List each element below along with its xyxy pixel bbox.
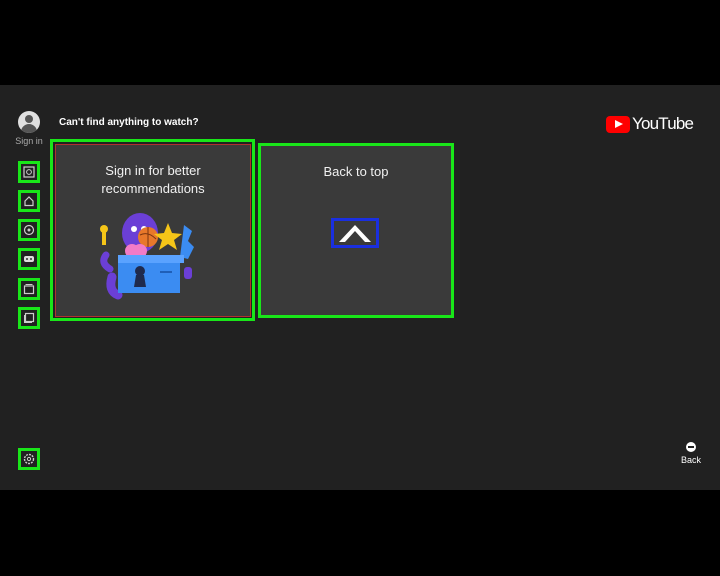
- chevron-up-icon: [339, 225, 371, 242]
- subscriptions-icon[interactable]: [18, 278, 40, 300]
- sign-in-card[interactable]: Sign in for better recommendations: [55, 144, 251, 317]
- back-to-top-card[interactable]: Back to top: [258, 143, 454, 318]
- back-to-top-button[interactable]: [331, 218, 379, 248]
- youtube-play-icon: [606, 115, 630, 133]
- home-icon[interactable]: [18, 190, 40, 212]
- sign-in-label: Sign in: [15, 136, 43, 146]
- logo-text: YouTube: [632, 114, 694, 133]
- sign-in-illustration: [100, 213, 194, 300]
- settings-icon[interactable]: [18, 448, 40, 470]
- sign-in-button[interactable]: Sign in: [14, 111, 44, 146]
- back-icon: [686, 442, 696, 452]
- search-icon[interactable]: [18, 161, 40, 183]
- tv-screen: Sign in Can't find anything to watch? Yo…: [0, 85, 720, 490]
- library-icon[interactable]: [18, 307, 40, 329]
- gaming-icon[interactable]: [18, 248, 40, 270]
- header-prompt: Can't find anything to watch?: [59, 117, 199, 128]
- back-to-top-title: Back to top: [323, 164, 389, 179]
- sign-in-card-title: Sign in for better recommendations: [101, 163, 205, 196]
- avatar-icon: [18, 111, 40, 133]
- youtube-logo: YouTube: [606, 114, 694, 134]
- back-label: Back: [680, 455, 701, 465]
- back-button[interactable]: Back: [676, 442, 706, 465]
- explore-icon[interactable]: [18, 219, 40, 241]
